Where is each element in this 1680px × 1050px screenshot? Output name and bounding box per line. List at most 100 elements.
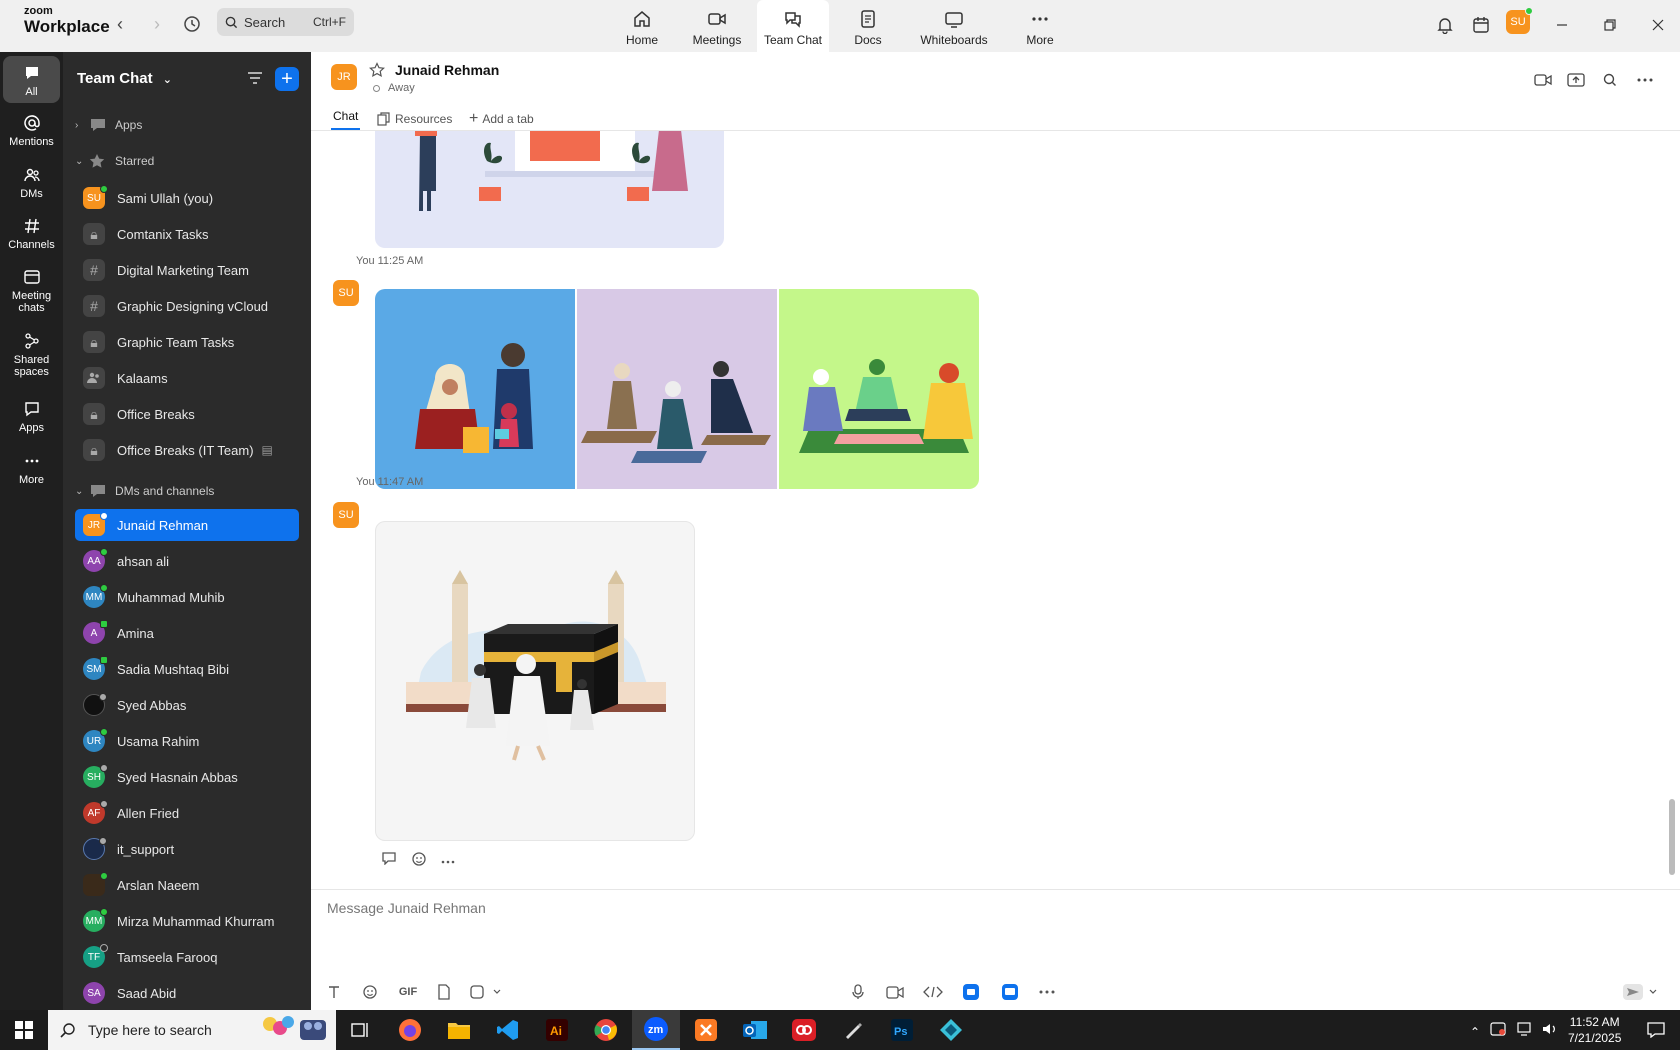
- starred-item-channel[interactable]: # Digital Marketing Team: [75, 254, 299, 286]
- rail-shared-spaces[interactable]: Shared spaces: [0, 332, 63, 378]
- reply-icon[interactable]: [381, 851, 397, 872]
- tab-resources[interactable]: Resources: [377, 108, 452, 130]
- more-tools-icon[interactable]: [1038, 982, 1056, 1002]
- more-options-icon[interactable]: [1634, 69, 1656, 91]
- add-tab-button[interactable]: + Add a tab: [469, 108, 534, 130]
- dm-item[interactable]: MM Muhammad Muhib: [75, 581, 299, 613]
- video-call-icon[interactable]: [1532, 69, 1554, 91]
- star-icon[interactable]: [369, 62, 385, 83]
- zoom-icon[interactable]: zm: [632, 1010, 680, 1050]
- shared-image[interactable]: [375, 131, 724, 248]
- creative-cloud-icon[interactable]: [780, 1010, 828, 1050]
- zoom-app-icon[interactable]: [962, 982, 980, 1002]
- tab-docs[interactable]: Docs: [833, 0, 903, 52]
- section-dms-channels[interactable]: ⌄ DMs and channels: [75, 481, 214, 501]
- tray-app-icon[interactable]: [1490, 1022, 1506, 1041]
- system-clock[interactable]: 11:52 AM 7/21/2025: [1568, 1014, 1621, 1046]
- tab-home[interactable]: Home: [607, 0, 677, 52]
- task-view-icon[interactable]: [336, 1010, 384, 1050]
- rail-dms[interactable]: DMs: [0, 166, 63, 200]
- contact-avatar[interactable]: JR: [331, 64, 357, 90]
- dm-item[interactable]: TF Tamseela Farooq: [75, 941, 299, 973]
- tab-more[interactable]: More: [1005, 0, 1075, 52]
- dm-item[interactable]: it_support: [75, 833, 299, 865]
- windows-start-icon[interactable]: [0, 1010, 48, 1050]
- new-chat-button[interactable]: +: [275, 67, 299, 91]
- restore-icon[interactable]: [1599, 14, 1621, 36]
- starred-item-channel[interactable]: 🔒︎ Graphic Team Tasks: [75, 326, 299, 358]
- rail-meeting-chats[interactable]: Meeting chats: [0, 268, 63, 314]
- search-box[interactable]: Search Ctrl+F: [217, 8, 354, 36]
- sender-avatar[interactable]: SU: [333, 280, 359, 306]
- tab-whiteboards[interactable]: Whiteboards: [912, 0, 996, 52]
- dm-item[interactable]: UR Usama Rahim: [75, 725, 299, 757]
- forward-arrow-icon[interactable]: ›: [143, 10, 171, 38]
- emoji-icon[interactable]: [361, 982, 379, 1002]
- shared-image-kaaba[interactable]: [375, 521, 695, 841]
- send-options-button[interactable]: [1621, 982, 1661, 1002]
- back-arrow-icon[interactable]: ‹: [106, 10, 134, 38]
- format-text-icon[interactable]: [325, 982, 343, 1002]
- dm-item[interactable]: Syed Abbas: [75, 689, 299, 721]
- photoshop-icon[interactable]: Ps: [878, 1010, 926, 1050]
- illustrator-icon[interactable]: Ai: [533, 1010, 581, 1050]
- starred-item-channel[interactable]: Kalaams: [75, 362, 299, 394]
- calendar-icon[interactable]: [1470, 14, 1492, 36]
- dm-item[interactable]: A Amina: [75, 617, 299, 649]
- shared-image-gathering[interactable]: [779, 289, 979, 489]
- starred-item-self[interactable]: SU Sami Ullah (you): [75, 182, 299, 214]
- search-icon[interactable]: [1599, 69, 1621, 91]
- taskbar-search[interactable]: Type here to search: [48, 1010, 336, 1050]
- user-avatar[interactable]: SU: [1506, 7, 1533, 34]
- minimize-icon[interactable]: [1551, 14, 1573, 36]
- rail-all[interactable]: All: [3, 56, 60, 103]
- dm-item[interactable]: AA ahsan ali: [75, 545, 299, 577]
- rail-more[interactable]: More: [0, 452, 63, 486]
- zoom-clips-icon[interactable]: [1001, 982, 1019, 1002]
- starred-item-channel[interactable]: 🔒︎ Office Breaks: [75, 398, 299, 430]
- scrollbar-thumb[interactable]: [1669, 799, 1675, 875]
- sender-avatar[interactable]: SU: [333, 502, 359, 528]
- contact-name[interactable]: Junaid Rehman: [395, 62, 499, 78]
- rail-channels[interactable]: Channels: [0, 217, 63, 251]
- tab-chat[interactable]: Chat: [331, 108, 361, 130]
- code-snippet-icon[interactable]: [922, 982, 944, 1002]
- tab-meetings[interactable]: Meetings: [682, 0, 752, 52]
- chrome-icon[interactable]: [582, 1010, 630, 1050]
- attach-file-icon[interactable]: [435, 982, 453, 1002]
- starred-item-channel[interactable]: # Graphic Designing vCloud: [75, 290, 299, 322]
- gif-button[interactable]: GIF: [396, 982, 420, 1002]
- sidebar-title[interactable]: Team Chat ⌄: [77, 70, 172, 87]
- dm-item[interactable]: SH Syed Hasnain Abbas: [75, 761, 299, 793]
- dm-item[interactable]: SM Sadia Mushtaq Bibi: [75, 653, 299, 685]
- chevron-up-icon[interactable]: ⌃: [1470, 1025, 1480, 1039]
- rail-mentions[interactable]: Mentions: [0, 114, 63, 148]
- file-explorer-icon[interactable]: [435, 1010, 483, 1050]
- pen-tool-icon[interactable]: [829, 1010, 877, 1050]
- shared-image-family[interactable]: [375, 289, 575, 489]
- history-icon[interactable]: [178, 10, 206, 38]
- outlook-icon[interactable]: [731, 1010, 779, 1050]
- microphone-icon[interactable]: [849, 982, 867, 1002]
- dm-item[interactable]: AF Allen Fried: [75, 797, 299, 829]
- video-message-icon[interactable]: [885, 982, 905, 1002]
- section-apps[interactable]: › Apps: [75, 115, 142, 135]
- volume-icon[interactable]: [1542, 1022, 1558, 1041]
- vscode-icon[interactable]: [484, 1010, 532, 1050]
- starred-item-channel[interactable]: 🔒︎ Comtanix Tasks: [75, 218, 299, 250]
- close-icon[interactable]: [1647, 14, 1669, 36]
- firefox-icon[interactable]: [386, 1010, 434, 1050]
- screenshot-icon[interactable]: [469, 982, 503, 1002]
- dm-item[interactable]: MM Mirza Muhammad Khurram: [75, 905, 299, 937]
- share-screen-icon[interactable]: [1565, 69, 1587, 91]
- dm-item[interactable]: Arslan Naeem: [75, 869, 299, 901]
- app-icon[interactable]: [927, 1010, 975, 1050]
- rail-apps[interactable]: Apps: [0, 400, 63, 434]
- message-input[interactable]: Message Junaid Rehman: [327, 900, 486, 916]
- shared-image-prayer[interactable]: [577, 289, 777, 489]
- tab-team-chat[interactable]: Team Chat: [757, 0, 829, 52]
- bell-icon[interactable]: [1434, 14, 1456, 36]
- more-actions-icon[interactable]: [441, 851, 455, 872]
- xampp-icon[interactable]: [682, 1010, 730, 1050]
- emoji-react-icon[interactable]: [411, 851, 427, 872]
